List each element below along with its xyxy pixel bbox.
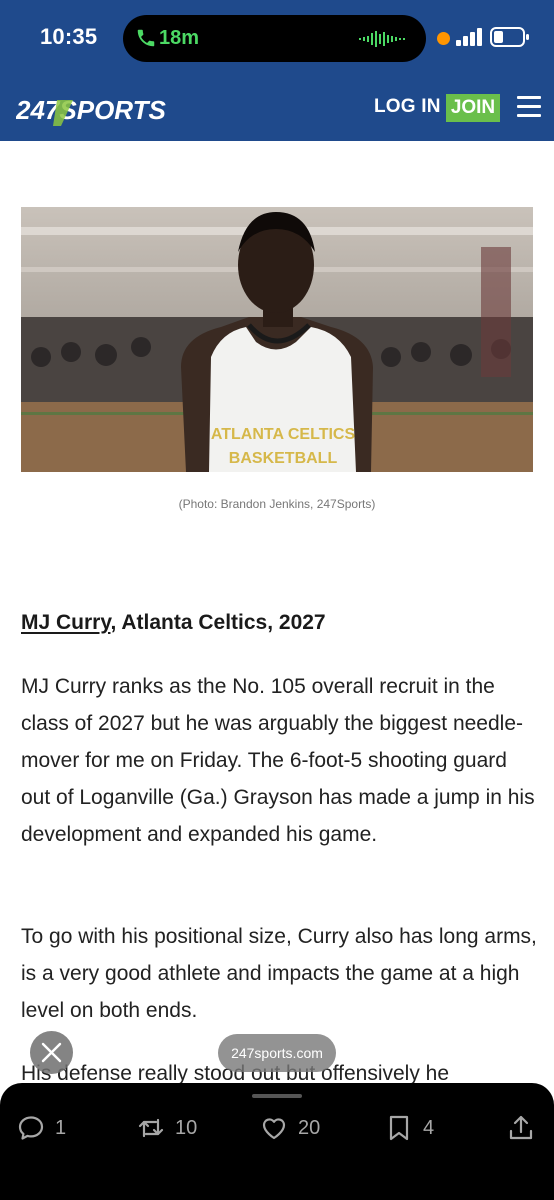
status-time: 10:35 [40, 24, 98, 49]
hamburger-menu-icon[interactable] [517, 96, 541, 118]
join-button[interactable]: JOIN [446, 94, 500, 122]
share-icon [509, 1115, 533, 1140]
247sports-logo[interactable]: 247SPORTS [15, 92, 196, 126]
audio-wave-icon [359, 31, 405, 47]
like-count: 20 [298, 1116, 321, 1139]
signal-icon [456, 28, 482, 46]
repost-button[interactable]: 10 [137, 1114, 197, 1142]
reply-icon [18, 1116, 44, 1140]
repost-count: 10 [175, 1116, 198, 1139]
article-paragraph-1: MJ Curry ranks as the No. 105 overall re… [21, 675, 535, 846]
login-link[interactable]: LOG IN [374, 96, 441, 118]
article-photo: ATLANTA CELTICS BASKETBALL [21, 207, 533, 472]
repost-icon [138, 1118, 164, 1138]
close-browser-button[interactable] [30, 1031, 73, 1074]
bookmark-icon [389, 1115, 409, 1141]
article-paragraph-2: To go with his positional size, Curry al… [21, 925, 537, 1022]
bookmark-count: 4 [423, 1116, 435, 1139]
recording-dot-icon [437, 32, 450, 45]
site-header: 10:35 18m 247SPORTS LOG IN JOIN [0, 0, 554, 141]
svg-text:BASKETBALL: BASKETBALL [229, 450, 338, 467]
battery-icon [490, 27, 529, 47]
like-icon [262, 1118, 286, 1140]
bookmark-button[interactable]: 4 [385, 1114, 434, 1142]
logo-text: 247SPORTS [16, 95, 166, 125]
player-photo-illustration: ATLANTA CELTICS BASKETBALL [21, 207, 533, 472]
dynamic-island-call[interactable]: 18m [123, 15, 426, 62]
player-name-link[interactable]: MJ Curry [21, 611, 110, 634]
svg-text:ATLANTA CELTICS: ATLANTA CELTICS [211, 426, 356, 443]
close-icon [41, 1042, 62, 1063]
section-headline: MJ Curry, Atlanta Celtics, 2027 [21, 611, 326, 635]
like-button[interactable]: 20 [260, 1114, 320, 1142]
headline-details: , Atlanta Celtics, 2027 [110, 611, 326, 634]
reply-count: 1 [55, 1116, 67, 1139]
sheet-grabber[interactable] [252, 1094, 302, 1098]
post-action-bar: 1 10 20 4 [0, 1083, 554, 1200]
reply-button[interactable]: 1 [17, 1114, 66, 1142]
call-duration: 18m [159, 27, 200, 49]
share-button[interactable] [507, 1114, 535, 1142]
url-pill[interactable]: 247sports.com [218, 1034, 336, 1072]
phone-icon [137, 29, 155, 47]
photo-caption: (Photo: Brandon Jenkins, 247Sports) [178, 497, 376, 511]
